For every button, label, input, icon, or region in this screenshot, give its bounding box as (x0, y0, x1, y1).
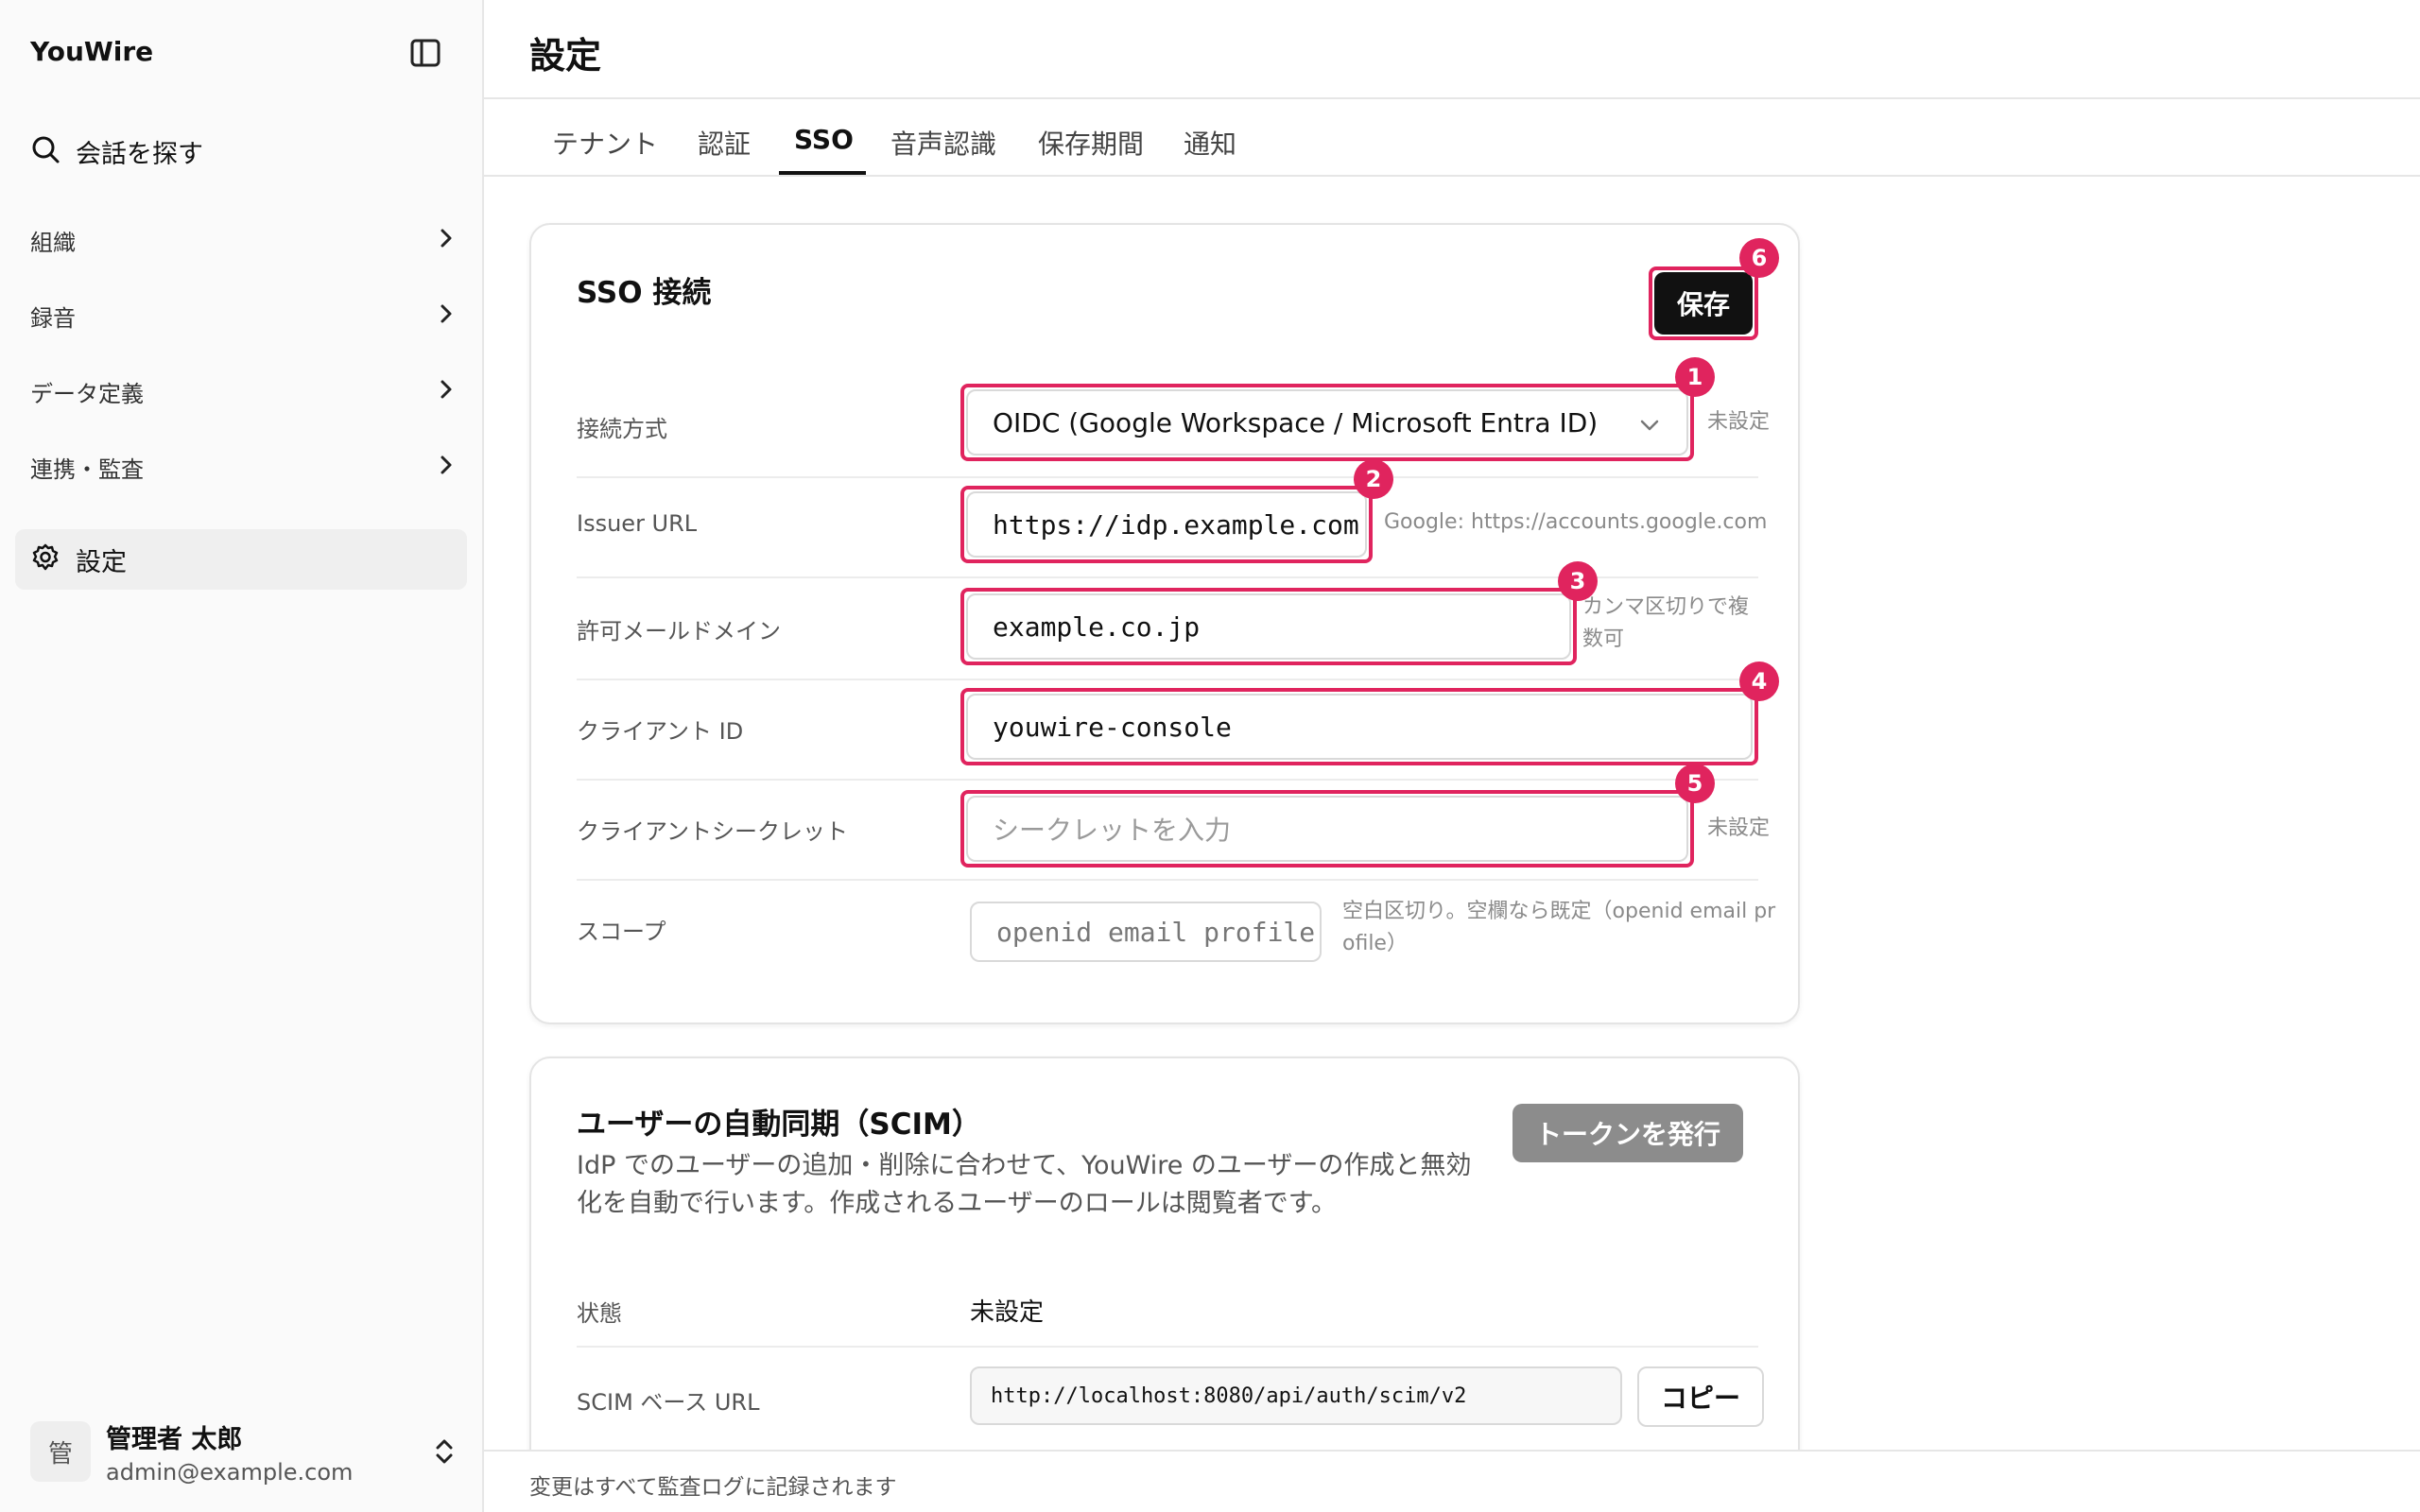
scim-base-url-label: SCIM ベース URL (577, 1389, 760, 1416)
method-hint: 未設定 (1707, 410, 1771, 434)
sidebar-group-label: 組織 (30, 229, 76, 256)
hint-line: 数可 (1582, 627, 1625, 651)
app-root: YouWire 会話を探す 組織 録音 データ定義 連携・監査 設定 管 管理者… (0, 0, 2420, 1512)
sidebar-item-search[interactable]: 会話を探す (30, 130, 203, 172)
sidebar: YouWire 会話を探す 組織 録音 データ定義 連携・監査 設定 管 管理者… (0, 0, 484, 1512)
scope-hint: 空白区切り。空欄なら既定（openid email pr ofile） (1342, 896, 1775, 960)
row-divider (577, 476, 1758, 478)
user-email: admin@example.com (106, 1458, 354, 1486)
page-title: 設定 (529, 35, 602, 77)
annotation-badge-5: 5 (1675, 764, 1715, 803)
settings-tabs: テナント 認証 SSO 音声認識 保存期間 通知 (484, 99, 2420, 177)
gear-icon (30, 542, 60, 576)
tab-tenant[interactable]: テナント (552, 124, 658, 162)
sidebar-item-settings[interactable]: 設定 (15, 529, 467, 590)
sidebar-group-data-definition[interactable]: データ定義 (30, 369, 456, 414)
audit-footer: 変更はすべて監査ログに記録されます (484, 1450, 2420, 1512)
sidebar-group-recording[interactable]: 録音 (30, 293, 456, 338)
user-name: 管理者 太郎 (106, 1424, 243, 1454)
user-menu[interactable]: 管 管理者 太郎 admin@example.com (30, 1416, 456, 1487)
chevron-right-icon (437, 302, 456, 329)
sidebar-item-label: 会話を探す (76, 139, 203, 169)
client-secret-hint: 未設定 (1707, 816, 1771, 840)
main-content: 設定 テナント 認証 SSO 音声認識 保存期間 通知 SSO 接続 保存 6 … (484, 0, 2420, 1512)
allowed-domain-hint: カンマ区切りで複 数可 (1582, 592, 1749, 656)
issuer-url-label: Issuer URL (577, 510, 698, 537)
sidebar-group-organization[interactable]: 組織 (30, 217, 456, 263)
sidebar-group-label: データ定義 (30, 380, 144, 407)
chevron-right-icon (437, 378, 456, 404)
sso-card-title: SSO 接続 (577, 276, 712, 310)
row-divider (577, 879, 1758, 881)
scim-status-label: 状態 (577, 1300, 622, 1327)
client-id-input[interactable]: youwire-console (966, 694, 1753, 760)
method-label: 接続方式 (577, 416, 667, 442)
tab-speech-recognition[interactable]: 音声認識 (890, 124, 996, 162)
connection-method-value: OIDC (Google Workspace / Microsoft Entra… (993, 406, 1599, 438)
page-header: 設定 (484, 0, 2420, 99)
scim-base-url-field: http://localhost:8080/api/auth/scim/v2 (970, 1366, 1622, 1425)
issuer-url-hint: Google: https://accounts.google.com (1384, 510, 1768, 534)
search-icon (30, 134, 60, 168)
hint-line: カンマ区切りで複 (1582, 595, 1750, 619)
issuer-url-input[interactable]: https://idp.example.com (966, 491, 1367, 558)
client-secret-label: クライアントシークレット (577, 818, 849, 845)
tab-retention-period[interactable]: 保存期間 (1038, 124, 1144, 162)
connection-method-select[interactable]: OIDC (Google Workspace / Microsoft Entra… (966, 389, 1688, 455)
chevron-right-icon (437, 227, 456, 253)
tab-authentication[interactable]: 認証 (698, 124, 751, 162)
allowed-domain-label: 許可メールドメイン (577, 618, 781, 644)
row-divider (577, 1346, 1758, 1348)
hint-line: ofile） (1342, 932, 1408, 955)
sidebar-toggle-icon[interactable] (408, 38, 442, 68)
scim-card: ユーザーの自動同期（SCIM） トークンを発行 IdP でのユーザーの追加・削除… (529, 1057, 1800, 1512)
client-secret-input[interactable]: シークレットを入力 (966, 796, 1688, 862)
row-divider (577, 679, 1758, 680)
annotation-badge-4: 4 (1739, 662, 1779, 701)
scim-description: IdP でのユーザーの追加・削除に合わせて、YouWire のユーザーの作成と無… (577, 1147, 1522, 1223)
save-button[interactable]: 保存 (1654, 272, 1753, 335)
sidebar-item-label: 設定 (76, 547, 127, 577)
sidebar-group-label: 録音 (30, 304, 76, 332)
scim-card-title: ユーザーの自動同期（SCIM） (577, 1108, 981, 1142)
avatar: 管 (30, 1421, 91, 1482)
scope-input[interactable]: openid email profile (970, 902, 1322, 962)
scope-label: スコープ (577, 919, 666, 945)
scim-status-value: 未設定 (970, 1298, 1045, 1327)
audit-log-notice: 変更はすべて監査ログに記録されます (529, 1475, 897, 1500)
issue-token-button[interactable]: トークンを発行 (1512, 1104, 1743, 1162)
annotation-badge-1: 1 (1675, 357, 1715, 397)
client-id-label: クライアント ID (577, 718, 744, 745)
allowed-domain-input[interactable]: example.co.jp (966, 593, 1571, 660)
sso-connection-card: SSO 接続 保存 6 接続方式 OIDC (Google Workspace … (529, 223, 1800, 1024)
annotation-badge-6: 6 (1739, 238, 1779, 278)
copy-button[interactable]: コピー (1637, 1366, 1764, 1427)
tab-notifications[interactable]: 通知 (1184, 124, 1236, 162)
user-info: 管理者 太郎 admin@example.com (106, 1418, 353, 1486)
description-line: IdP でのユーザーの追加・削除に合わせて、YouWire のユーザーの作成と無… (577, 1151, 1472, 1180)
hint-line: 空白区切り。空欄なら既定（openid email pr (1342, 900, 1776, 923)
chevrons-up-down-icon (433, 1436, 456, 1470)
chevron-right-icon (437, 454, 456, 480)
sidebar-group-integration-audit[interactable]: 連携・監査 (30, 444, 456, 490)
chevron-down-icon (1639, 407, 1660, 438)
row-divider (577, 779, 1758, 781)
active-tab-indicator (779, 171, 866, 175)
brand-logo: YouWire (30, 36, 154, 67)
tab-sso[interactable]: SSO (794, 124, 854, 155)
sidebar-group-label: 連携・監査 (30, 455, 144, 483)
description-line: 化を自動で行います。作成されるユーザーのロールは閲覧者です。 (577, 1189, 1338, 1218)
annotation-badge-2: 2 (1354, 459, 1393, 499)
